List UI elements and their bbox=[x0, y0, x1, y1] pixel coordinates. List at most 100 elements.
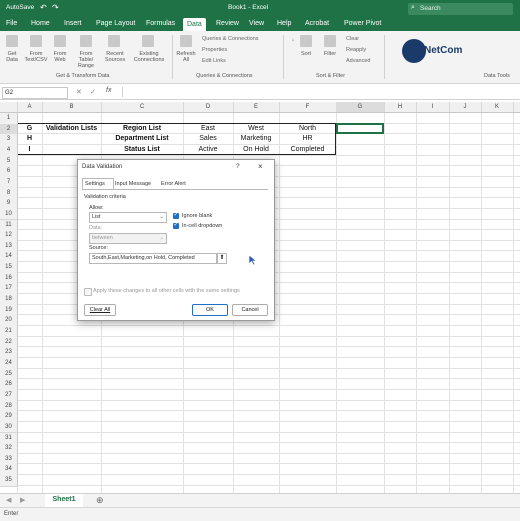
filter-icon bbox=[324, 35, 336, 47]
row-gridline bbox=[17, 346, 520, 348]
tab-insert[interactable]: Insert bbox=[64, 20, 82, 27]
column-headers: A B C D E F G H I J K bbox=[0, 102, 520, 113]
cancel-button[interactable]: Cancel bbox=[232, 304, 268, 316]
check-icon: ✓ bbox=[173, 212, 179, 218]
col-header-e[interactable]: E bbox=[233, 102, 280, 112]
tab-error-alert[interactable]: Error Alert bbox=[161, 181, 186, 187]
allow-value: List bbox=[92, 214, 101, 220]
clear-all-button[interactable]: Clear All bbox=[84, 304, 116, 316]
apply-all-label: Apply these changes to all other cells w… bbox=[93, 288, 240, 294]
column-gridline bbox=[336, 113, 337, 493]
queries-connections-button[interactable]: Queries & Connections bbox=[202, 36, 259, 42]
sort-az-icon[interactable]: ↓ bbox=[288, 37, 298, 43]
recent-sources-button[interactable]: Recent Sources bbox=[102, 51, 128, 63]
source-input[interactable]: South,East,Marketing,on Hold, Completed bbox=[89, 253, 217, 264]
row-gridline bbox=[17, 388, 520, 390]
undo-icon[interactable]: ↶ bbox=[40, 3, 47, 12]
get-data-icon bbox=[6, 35, 18, 47]
cancel-icon[interactable]: ✕ bbox=[76, 88, 82, 96]
advanced-button[interactable]: Advanced bbox=[346, 58, 370, 64]
prev-sheet-icon[interactable]: ◀ bbox=[6, 496, 11, 504]
tab-input-message[interactable]: Input Message bbox=[115, 181, 151, 187]
tab-formulas[interactable]: Formulas bbox=[146, 20, 175, 27]
status-mode: Enter bbox=[4, 511, 19, 517]
netcom-logo-icon bbox=[402, 39, 426, 63]
row-gridline bbox=[17, 367, 520, 369]
autosave-toggle[interactable]: AutoSave bbox=[6, 4, 34, 11]
properties-button[interactable]: Properties bbox=[202, 47, 227, 53]
from-table-button[interactable]: From Table/ Range bbox=[72, 51, 100, 69]
column-gridline bbox=[449, 113, 450, 493]
clear-button[interactable]: Clear bbox=[346, 36, 359, 42]
tab-data[interactable]: Data bbox=[183, 18, 206, 31]
existing-connections-button[interactable]: Existing Connections bbox=[130, 51, 168, 63]
formula-input[interactable] bbox=[122, 87, 517, 97]
column-gridline bbox=[279, 113, 280, 493]
edit-links-button[interactable]: Edit Links bbox=[202, 58, 226, 64]
tab-page-layout[interactable]: Page Layout bbox=[96, 20, 135, 27]
column-gridline bbox=[481, 113, 482, 493]
apply-all-checkbox[interactable] bbox=[84, 288, 92, 296]
from-web-button[interactable]: From Web bbox=[50, 51, 70, 63]
row-gridline bbox=[17, 484, 520, 486]
range-select-icon[interactable]: ⬆ bbox=[217, 253, 227, 264]
data-value: between bbox=[92, 235, 113, 241]
sheet-tab-bar: ◀ ▶ Sheet1 ⊕ bbox=[0, 493, 520, 509]
from-table-icon bbox=[80, 35, 92, 47]
col-header-g[interactable]: G bbox=[336, 102, 385, 112]
col-header-a[interactable]: A bbox=[17, 102, 43, 112]
netcom-logo: NetCom bbox=[424, 45, 463, 56]
col-header-b[interactable]: B bbox=[42, 102, 102, 112]
selected-cell-g2[interactable] bbox=[336, 123, 384, 134]
allow-label: Allow: bbox=[89, 205, 104, 211]
filter-button[interactable]: Filter bbox=[320, 51, 340, 57]
in-cell-dropdown-checkbox[interactable]: ✓ bbox=[173, 222, 179, 229]
search-box[interactable]: ⌕ Search bbox=[408, 3, 513, 15]
search-icon: ⌕ bbox=[411, 4, 415, 11]
name-box[interactable]: G2 bbox=[2, 87, 68, 99]
tab-power-pivot[interactable]: Power Pivot bbox=[344, 20, 381, 27]
data-dropdown[interactable]: between ⌄ bbox=[89, 233, 167, 244]
get-data-button[interactable]: Get Data bbox=[2, 51, 22, 63]
row-header[interactable]: 35 bbox=[0, 475, 18, 487]
col-header-j[interactable]: J bbox=[449, 102, 482, 112]
col-header-c[interactable]: C bbox=[101, 102, 184, 112]
redo-icon[interactable]: ↷ bbox=[52, 3, 59, 12]
ignore-blank-checkbox[interactable]: ✓ bbox=[173, 212, 179, 219]
row-gridline bbox=[17, 335, 520, 337]
col-header-d[interactable]: D bbox=[183, 102, 234, 112]
title-bar: AutoSave ↶ ↷ Book1 - Excel ⌕ Search bbox=[0, 0, 520, 18]
close-icon[interactable]: × bbox=[258, 162, 263, 171]
row-gridline bbox=[17, 399, 520, 401]
tab-file[interactable]: File bbox=[6, 20, 17, 27]
from-text-button[interactable]: From Text/CSV bbox=[24, 51, 48, 63]
add-sheet-icon[interactable]: ⊕ bbox=[96, 495, 104, 506]
refresh-all-button[interactable]: Refresh All bbox=[174, 51, 198, 63]
col-header-f[interactable]: F bbox=[279, 102, 337, 112]
next-sheet-icon[interactable]: ▶ bbox=[20, 496, 25, 504]
help-button[interactable]: ? bbox=[236, 163, 240, 170]
source-label: Source: bbox=[89, 245, 108, 251]
validation-criteria-heading: Validation criteria bbox=[84, 194, 126, 200]
allow-dropdown[interactable]: List ⌄ bbox=[89, 212, 167, 223]
select-all-corner[interactable] bbox=[0, 102, 18, 112]
sort-button[interactable]: Sort bbox=[296, 51, 316, 57]
chevron-down-icon: ⌄ bbox=[159, 214, 164, 220]
enter-icon[interactable]: ✓ bbox=[90, 88, 96, 96]
row-gridline bbox=[17, 378, 520, 380]
data-label: Data: bbox=[89, 225, 103, 231]
ok-button[interactable]: OK bbox=[192, 304, 228, 316]
reapply-button[interactable]: Reapply bbox=[346, 47, 366, 53]
tab-acrobat[interactable]: Acrobat bbox=[305, 20, 329, 27]
fx-icon[interactable]: fx bbox=[106, 87, 111, 94]
tab-review[interactable]: Review bbox=[216, 20, 239, 27]
col-header-h[interactable]: H bbox=[384, 102, 417, 112]
tab-help[interactable]: Help bbox=[277, 20, 291, 27]
ribbon: Get Data From Text/CSV From Web From Tab… bbox=[0, 31, 520, 84]
from-text-icon bbox=[30, 35, 42, 47]
col-header-k[interactable]: K bbox=[481, 102, 514, 112]
in-cell-dropdown-label: In-cell dropdown bbox=[182, 223, 223, 229]
col-header-i[interactable]: I bbox=[416, 102, 450, 112]
tab-home[interactable]: Home bbox=[31, 20, 50, 27]
tab-view[interactable]: View bbox=[249, 20, 264, 27]
